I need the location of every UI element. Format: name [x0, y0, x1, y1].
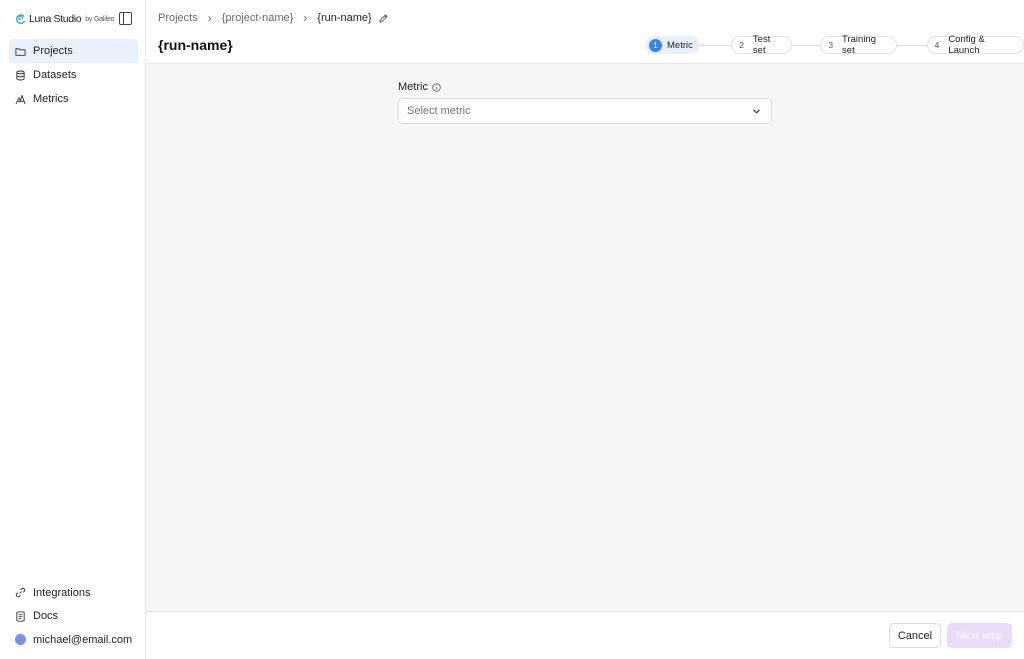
- cancel-button[interactable]: Cancel: [889, 623, 941, 648]
- metrics-icon: [15, 94, 26, 104]
- chevron-right-icon: ›: [303, 11, 308, 25]
- app-window: Luna Studio by Galileo Projects Datasets: [0, 0, 1024, 659]
- chevron-down-icon: [753, 109, 760, 114]
- folder-icon: [15, 47, 26, 56]
- sidebar-item-projects[interactable]: Projects: [9, 39, 138, 63]
- link-icon: [15, 588, 26, 598]
- step-test-set[interactable]: 2 Test set: [731, 34, 792, 56]
- main-area: Projects › {project-name} › {run-name} {…: [146, 0, 1024, 659]
- account-email: michael@email.com: [33, 633, 133, 646]
- step-label: Training set: [842, 34, 877, 56]
- sidebar-item-docs[interactable]: Docs: [9, 605, 138, 629]
- page-header: Projects › {project-name} › {run-name} {…: [146, 0, 1024, 64]
- pencil-icon[interactable]: [378, 13, 389, 24]
- database-icon: [16, 70, 25, 80]
- sidebar-item-label: Projects: [33, 45, 73, 57]
- step-training-set[interactable]: 3 Training set: [820, 34, 898, 56]
- breadcrumb: Projects › {project-name} › {run-name}: [158, 11, 389, 25]
- step-number: 3: [828, 40, 834, 50]
- sidebar-bottom-nav: Integrations Docs michael@email.com: [9, 581, 138, 652]
- footer-bar: Cancel Next step: [146, 611, 1024, 659]
- sidebar-item-label: Docs: [33, 610, 59, 623]
- step-number: 1: [649, 38, 662, 52]
- metric-select[interactable]: Select metric: [398, 98, 772, 124]
- avatar: [15, 634, 26, 646]
- sidebar-item-account[interactable]: michael@email.com: [9, 628, 138, 652]
- metric-field-label: Metric: [398, 81, 441, 93]
- step-label: Metric: [667, 39, 693, 51]
- brand-by: by Galileo: [85, 15, 115, 23]
- sidebar-collapse-icon[interactable]: [119, 12, 132, 25]
- metric-select-placeholder: Select metric: [407, 105, 471, 117]
- metric-label-text: Metric: [398, 81, 428, 93]
- sidebar-item-label: Datasets: [33, 69, 77, 81]
- sidebar-nav: Projects Datasets Metrics: [9, 39, 138, 111]
- sidebar-item-integrations[interactable]: Integrations: [9, 581, 138, 605]
- step-number: 2: [739, 40, 744, 50]
- document-icon: [16, 611, 25, 622]
- chevron-right-icon: ›: [207, 11, 212, 25]
- stepper: 1 Metric 2 Test set 3 Training set 4 Con…: [645, 34, 1024, 56]
- step-connector: [897, 44, 927, 46]
- step-connector: [791, 44, 821, 46]
- sidebar-item-label: Integrations: [33, 586, 91, 599]
- info-icon[interactable]: [432, 82, 441, 92]
- step-label: Config & Launch: [948, 34, 985, 56]
- sidebar-item-datasets[interactable]: Datasets: [9, 63, 138, 87]
- brand-logo: Luna Studio by Galileo: [15, 12, 115, 26]
- step-metric[interactable]: 1 Metric: [645, 36, 700, 54]
- breadcrumb-project[interactable]: {project-name}: [222, 12, 294, 24]
- sidebar-item-label: Metrics: [33, 93, 69, 105]
- step-connector: [699, 44, 732, 46]
- luna-logo-icon: [15, 13, 26, 24]
- brand-name: Luna Studio: [29, 13, 82, 25]
- page-title: {run-name}: [158, 37, 233, 53]
- breadcrumb-run: {run-name}: [317, 12, 372, 24]
- step-config-launch[interactable]: 4 Config & Launch: [926, 34, 1024, 56]
- next-step-button[interactable]: Next step: [947, 623, 1012, 648]
- sidebar-item-metrics[interactable]: Metrics: [9, 87, 138, 111]
- step-number: 4: [934, 40, 940, 50]
- breadcrumb-projects[interactable]: Projects: [158, 12, 198, 24]
- step-label: Test set: [752, 34, 771, 56]
- sidebar: Luna Studio by Galileo Projects Datasets: [0, 0, 146, 659]
